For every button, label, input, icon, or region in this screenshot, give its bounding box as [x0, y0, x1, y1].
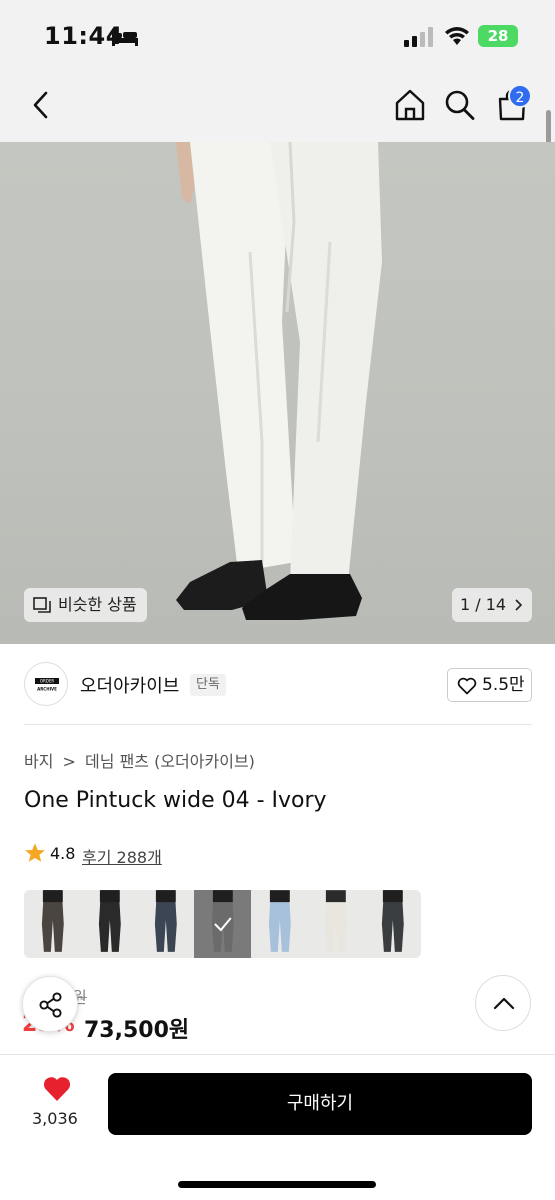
- sleep-focus-icon: [112, 30, 138, 46]
- thumbnail-image: [98, 890, 121, 952]
- scroll-to-top-button[interactable]: [475, 975, 531, 1031]
- svg-text:ORDER: ORDER: [40, 679, 55, 684]
- color-option-thumbnail[interactable]: [364, 890, 421, 958]
- image-counter-label: 1 / 14: [460, 595, 507, 614]
- review-count-link[interactable]: 후기 288개: [82, 844, 162, 868]
- home-indicator[interactable]: [178, 1181, 376, 1188]
- svg-text:ARCHIVE: ARCHIVE: [37, 687, 57, 692]
- brand-like-count: 5.5만: [482, 675, 525, 695]
- seller-name[interactable]: 오더아카이브: [80, 672, 179, 698]
- star-icon: [25, 843, 45, 862]
- home-icon[interactable]: [394, 88, 426, 122]
- order-archive-logo: ORDER ARCHIVE: [35, 678, 59, 692]
- color-option-thumbnail[interactable]: [24, 890, 81, 958]
- similar-products-button[interactable]: 비슷한 상품: [24, 588, 147, 622]
- heart-outline-icon: [457, 677, 477, 695]
- thumbnail-image: [211, 890, 234, 952]
- color-option-thumbnail-selected[interactable]: [194, 890, 251, 958]
- thumbnail-image: [155, 890, 178, 952]
- brand-like-button[interactable]: 5.5만: [447, 668, 532, 702]
- color-option-thumbnail[interactable]: [307, 890, 365, 958]
- breadcrumb-separator: >: [62, 752, 76, 771]
- battery-indicator: 28: [478, 25, 518, 47]
- buy-button[interactable]: 구매하기: [108, 1073, 532, 1135]
- seller-row: ORDER ARCHIVE 오더아카이브 단독 5.5만: [0, 660, 555, 716]
- breadcrumb-item[interactable]: 바지: [24, 752, 53, 771]
- product-photo: [176, 142, 382, 620]
- sale-price: 73,500원: [84, 1018, 190, 1043]
- product-title: One Pintuck wide 04 - Ivory: [24, 788, 327, 813]
- wifi-icon: [445, 27, 469, 45]
- color-options: [24, 890, 421, 958]
- breadcrumb-item[interactable]: 데님 팬츠 (오더아카이브): [85, 752, 255, 771]
- heart-filled-icon[interactable]: [42, 1075, 72, 1103]
- share-icon: [39, 992, 62, 1018]
- product-image[interactable]: 비슷한 상품 1 / 14: [0, 142, 555, 644]
- search-icon[interactable]: [444, 88, 476, 122]
- thumbnail-image: [382, 890, 404, 952]
- color-option-thumbnail[interactable]: [137, 890, 195, 958]
- chevron-right-icon: [515, 599, 522, 611]
- color-option-thumbnail[interactable]: [250, 890, 308, 958]
- similar-products-label: 비슷한 상품: [58, 595, 137, 614]
- cellular-signal-icon: [404, 27, 433, 47]
- similar-items-icon: [33, 597, 51, 613]
- thumbnail-image: [325, 890, 348, 952]
- bottom-action-bar: 3,036 구매하기: [0, 1054, 555, 1200]
- wish-count: 3,036: [32, 1109, 78, 1128]
- exclusive-badge: 단독: [190, 674, 226, 696]
- top-nav-bar: 2: [0, 72, 555, 142]
- status-bar: 11:44 28: [0, 0, 555, 72]
- share-button[interactable]: [22, 976, 78, 1032]
- thumbnail-image: [268, 890, 291, 952]
- color-option-thumbnail[interactable]: [80, 890, 138, 958]
- cart-count-badge: 2: [508, 84, 532, 108]
- back-icon[interactable]: [28, 90, 54, 120]
- seller-logo[interactable]: ORDER ARCHIVE: [24, 662, 68, 706]
- divider: [24, 724, 532, 725]
- thumbnail-image: [41, 890, 64, 952]
- image-counter-button[interactable]: 1 / 14: [452, 588, 532, 622]
- chevron-up-icon: [493, 997, 515, 1010]
- rating-value: 4.8: [50, 844, 76, 863]
- breadcrumb: 바지 > 데님 팬츠 (오더아카이브): [24, 748, 259, 772]
